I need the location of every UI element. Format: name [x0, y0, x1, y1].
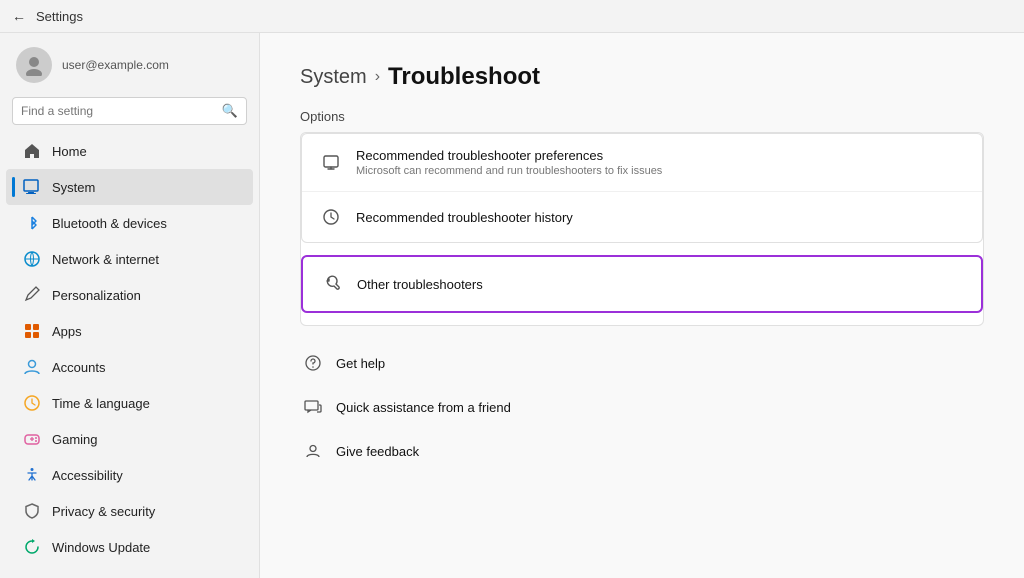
gaming-icon [22, 429, 42, 449]
main-container: user@example.com 🔍 Home System Bluetooth… [0, 33, 1024, 578]
sidebar-label-gaming: Gaming [52, 432, 98, 447]
sidebar-label-accessibility: Accessibility [52, 468, 123, 483]
apps-icon [22, 321, 42, 341]
sidebar-label-apps: Apps [52, 324, 82, 339]
sidebar-item-system[interactable]: System [6, 169, 253, 205]
option-text-other-troubleshooters: Other troubleshooters [357, 277, 483, 292]
nav-list: Home System Bluetooth & devices Network … [0, 133, 259, 565]
give-feedback-icon [302, 440, 324, 462]
user-name: user@example.com [62, 58, 169, 72]
search-box[interactable]: 🔍 [12, 97, 247, 125]
sidebar-item-gaming[interactable]: Gaming [6, 421, 253, 457]
update-icon [22, 537, 42, 557]
extra-links: Get help Quick assistance from a friend … [300, 342, 984, 472]
sidebar-label-privacy: Privacy & security [52, 504, 155, 519]
sidebar-item-personalization[interactable]: Personalization [6, 277, 253, 313]
options-card: Recommended troubleshooter preferences M… [301, 133, 983, 243]
sidebar-label-update: Windows Update [52, 540, 150, 555]
network-icon [22, 249, 42, 269]
sidebar-label-personalization: Personalization [52, 288, 141, 303]
sidebar-label-network: Network & internet [52, 252, 159, 267]
system-icon [22, 177, 42, 197]
extra-link-give-feedback[interactable]: Give feedback [300, 430, 984, 472]
breadcrumb-parent: System [300, 66, 367, 89]
sidebar-label-home: Home [52, 144, 87, 159]
recommended-prefs-icon [320, 152, 342, 174]
accessibility-icon [22, 465, 42, 485]
title-bar: ← Settings [0, 0, 1024, 33]
option-title-other-troubleshooters: Other troubleshooters [357, 277, 483, 292]
back-button[interactable]: ← [12, 8, 26, 24]
option-item-other-troubleshooters[interactable]: Other troubleshooters [301, 255, 983, 313]
option-text-recommended-prefs: Recommended troubleshooter preferences M… [356, 148, 662, 177]
option-title-recommended-prefs: Recommended troubleshooter preferences [356, 148, 662, 163]
sidebar-item-bluetooth[interactable]: Bluetooth & devices [6, 205, 253, 241]
content-area: System › Troubleshoot Options Recommende… [260, 33, 1024, 578]
avatar [16, 47, 52, 83]
sidebar-item-privacy[interactable]: Privacy & security [6, 493, 253, 529]
option-item-recommended-history[interactable]: Recommended troubleshooter history [302, 192, 982, 242]
option-item-recommended-prefs[interactable]: Recommended troubleshooter preferences M… [302, 134, 982, 192]
sidebar-item-accessibility[interactable]: Accessibility [6, 457, 253, 493]
extra-link-label-give-feedback: Give feedback [336, 444, 419, 459]
sidebar-item-time[interactable]: Time & language [6, 385, 253, 421]
bluetooth-icon [22, 213, 42, 233]
app-title: Settings [36, 9, 83, 24]
options-list: Recommended troubleshooter preferences M… [300, 132, 984, 326]
breadcrumb-chevron: › [375, 68, 380, 86]
section-title: Options [300, 109, 984, 124]
recommended-history-icon [320, 206, 342, 228]
sidebar-item-accounts[interactable]: Accounts [6, 349, 253, 385]
sidebar-item-home[interactable]: Home [6, 133, 253, 169]
sidebar-label-accounts: Accounts [52, 360, 105, 375]
user-profile: user@example.com [0, 33, 259, 93]
breadcrumb-current: Troubleshoot [388, 63, 540, 91]
extra-link-label-get-help: Get help [336, 356, 385, 371]
sidebar-item-apps[interactable]: Apps [6, 313, 253, 349]
home-icon [22, 141, 42, 161]
search-input[interactable] [21, 104, 216, 118]
sidebar: user@example.com 🔍 Home System Bluetooth… [0, 33, 260, 578]
other-troubleshooters-icon [321, 273, 343, 295]
time-icon [22, 393, 42, 413]
accounts-icon [22, 357, 42, 377]
option-text-recommended-history: Recommended troubleshooter history [356, 210, 573, 225]
option-subtitle-recommended-prefs: Microsoft can recommend and run troubles… [356, 165, 662, 177]
search-icon: 🔍 [222, 103, 238, 119]
extra-link-get-help[interactable]: Get help [300, 342, 984, 384]
extra-link-quick-assist[interactable]: Quick assistance from a friend [300, 386, 984, 428]
get-help-icon [302, 352, 324, 374]
option-title-recommended-history: Recommended troubleshooter history [356, 210, 573, 225]
sidebar-label-system: System [52, 180, 95, 195]
quick-assist-icon [302, 396, 324, 418]
breadcrumb: System › Troubleshoot [300, 63, 984, 91]
sidebar-label-bluetooth: Bluetooth & devices [52, 216, 167, 231]
sidebar-label-time: Time & language [52, 396, 150, 411]
sidebar-item-update[interactable]: Windows Update [6, 529, 253, 565]
personalization-icon [22, 285, 42, 305]
extra-link-label-quick-assist: Quick assistance from a friend [336, 400, 511, 415]
privacy-icon [22, 501, 42, 521]
sidebar-item-network[interactable]: Network & internet [6, 241, 253, 277]
